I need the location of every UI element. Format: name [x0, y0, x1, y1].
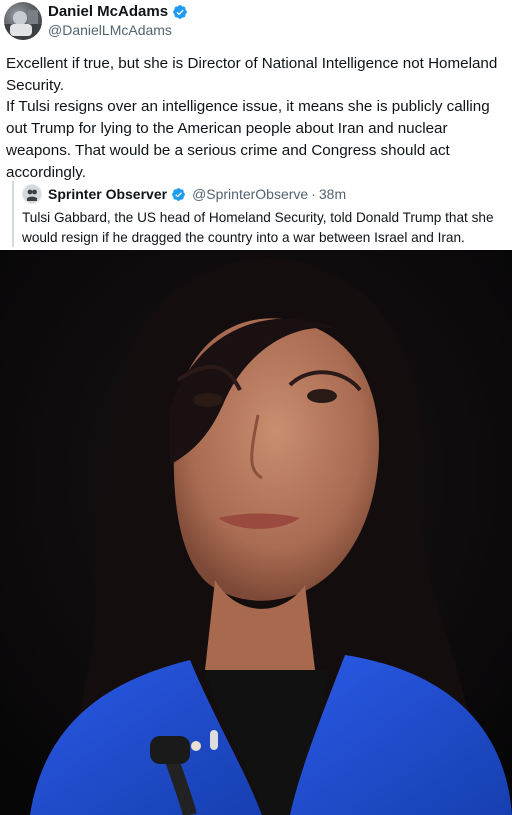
- quoted-author-name[interactable]: Sprinter Observer: [48, 186, 167, 202]
- separator-dot: ·: [311, 186, 316, 202]
- post-header: Daniel McAdams @DanielLMcAdams: [0, 0, 512, 44]
- quoted-post-text: Tulsi Gabbard, the US head of Homeland S…: [22, 210, 494, 245]
- author-avatar[interactable]: [4, 2, 42, 40]
- portrait-image: [0, 250, 512, 815]
- post-photo[interactable]: [0, 250, 512, 815]
- quoted-post[interactable]: Sprinter Observer @SprinterObserve · 38m…: [12, 181, 510, 247]
- post-text: Excellent if true, but she is Director o…: [6, 55, 498, 181]
- quoted-author-handle[interactable]: @SprinterObserve: [192, 186, 308, 202]
- author-name[interactable]: Daniel McAdams: [48, 3, 168, 20]
- quoted-post-timestamp[interactable]: 38m: [319, 186, 346, 202]
- quoted-author-avatar[interactable]: [22, 184, 42, 204]
- verified-badge-icon: [172, 187, 185, 201]
- author-name-row: Daniel McAdams: [48, 3, 188, 20]
- verified-badge-icon: [173, 4, 187, 19]
- quoted-post-header: Sprinter Observer @SprinterObserve · 38m: [22, 184, 346, 204]
- author-handle[interactable]: @DanielLMcAdams: [48, 22, 172, 38]
